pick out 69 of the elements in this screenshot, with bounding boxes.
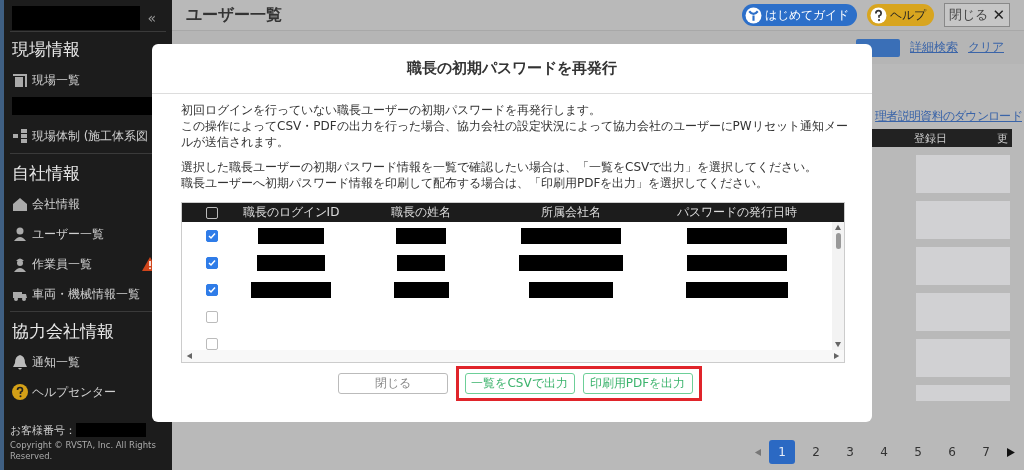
close-icon: ✕	[992, 6, 1005, 24]
hierarchy-icon	[12, 128, 28, 144]
dialog-message: この操作によってCSV・PDFの出力を行った場合、協力会社の設定状況によって協力会社のユーザーにPWリセット通知メールが送信されます。	[181, 118, 849, 150]
column-header: 職長のログインID	[242, 204, 340, 221]
help-button[interactable]: ヘルプ	[867, 4, 935, 26]
row-checkbox[interactable]	[205, 310, 218, 323]
collapse-icon[interactable]: «	[147, 9, 156, 26]
page-button[interactable]: 7	[973, 440, 999, 464]
column-header: 所属会社名	[541, 204, 601, 221]
sidebar-item[interactable]: ユーザー一覧	[4, 219, 172, 249]
dialog-message: 初回ログインを行っていない職長ユーザーの初期パスワードを再発行します。	[181, 102, 602, 118]
previous-page-icon[interactable]	[754, 448, 761, 456]
sidebar-item[interactable]: ヘルプセンター	[4, 377, 172, 407]
sidebar-item-label: 現場体制 (施工体系図	[32, 127, 149, 145]
house-icon	[12, 196, 28, 212]
column-header: パスワードの発行日時	[676, 204, 797, 221]
scrollbar[interactable]	[832, 222, 844, 350]
person-icon	[12, 226, 28, 242]
column-header: 更	[997, 130, 1008, 146]
dialog-message: 選択した職長ユーザーの初期パスワード情報を一覧で確認したい場合は、「一覧をCSVで出力」を選択してください。	[181, 159, 819, 175]
help-icon	[12, 384, 28, 400]
scrollbar[interactable]	[182, 350, 844, 362]
redacted-number	[76, 423, 146, 438]
close-button[interactable]: 閉じる	[337, 373, 448, 394]
sidebar-item[interactable]: 会社情報	[4, 189, 172, 219]
row-checkbox[interactable]	[205, 229, 218, 242]
row-checkbox[interactable]	[205, 337, 218, 350]
scroll-left-icon[interactable]	[186, 353, 192, 359]
worker-icon	[12, 256, 28, 272]
guide-icon	[745, 6, 763, 24]
row-checkbox[interactable]	[205, 256, 218, 269]
section-heading: 現場情報	[11, 38, 81, 61]
page-title: ユーザー一覧	[186, 4, 282, 26]
scroll-up-icon[interactable]	[835, 224, 841, 230]
sidebar-item[interactable]: 現場体制 (施工体系図	[4, 121, 172, 151]
sidebar-item-label: 作業員一覧	[32, 255, 92, 273]
building-icon	[12, 72, 28, 88]
page-button[interactable]: 6	[939, 440, 965, 464]
sidebar-item-label: 車両・機械情報一覧	[32, 285, 140, 303]
section-heading: 自社情報	[11, 162, 81, 185]
guide-button[interactable]: はじめてガイド	[742, 4, 858, 26]
page-button[interactable]: 2	[803, 440, 829, 464]
row-checkbox[interactable]	[205, 283, 218, 296]
sidebar-item[interactable]: 通知一覧	[4, 347, 172, 377]
dialog-message: 職長ユーザーへ初期パスワード情報を印刷して配布する場合は、「印刷用PDFを出力」を選択してください。	[181, 175, 770, 191]
sidebar-item[interactable]: 車両・機械情報一覧	[4, 279, 172, 309]
sidebar-item-label: ヘルプセンター	[32, 383, 116, 401]
dialog-title: 職長の初期パスワードを再発行	[152, 44, 872, 94]
page-button[interactable]: 1	[769, 440, 795, 464]
sidebar-item-label: ユーザー一覧	[32, 225, 104, 243]
scroll-right-icon[interactable]	[834, 353, 840, 359]
customer-number-label: お客様番号：	[10, 422, 76, 438]
copyright-text: Copyright © RVSTA, Inc. All Rights Reserved.	[9, 438, 157, 463]
column-header: 職長の姓名	[391, 204, 451, 221]
scroll-thumb[interactable]	[835, 233, 841, 249]
sidebar-item-label: 現場一覧	[32, 71, 80, 89]
sidebar-item-label: 会社情報	[32, 195, 80, 213]
help-icon	[870, 6, 888, 24]
bell-icon	[12, 354, 28, 370]
page-button[interactable]: 5	[905, 440, 931, 464]
close-button[interactable]: 閉じる ✕	[944, 3, 1010, 27]
sidebar-item-label: 通知一覧	[32, 353, 80, 371]
section-heading: 協力会社情報	[11, 320, 115, 343]
select-all-checkbox[interactable]	[205, 206, 218, 219]
scroll-down-icon[interactable]	[835, 342, 841, 348]
page-button[interactable]: 3	[837, 440, 863, 464]
next-page-icon[interactable]	[1007, 447, 1016, 457]
page-button[interactable]: 4	[871, 440, 897, 464]
column-header: 登録日	[914, 130, 947, 146]
